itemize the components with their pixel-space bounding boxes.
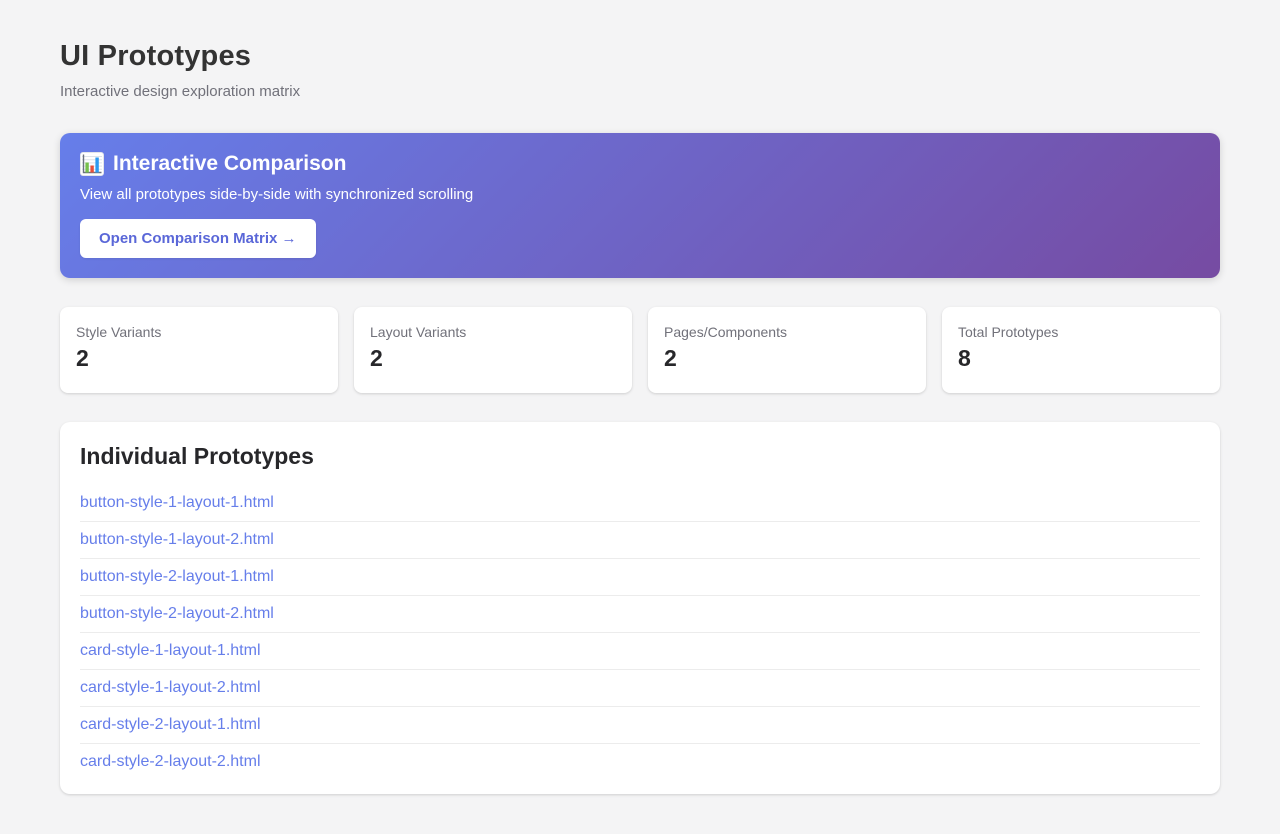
stat-card-style-variants: Style Variants 2 bbox=[60, 307, 338, 393]
stat-value: 2 bbox=[370, 345, 616, 372]
stat-value: 2 bbox=[76, 345, 322, 372]
bar-chart-icon bbox=[80, 152, 104, 176]
list-item: button-style-1-layout-1.html bbox=[80, 485, 1200, 522]
stat-label: Layout Variants bbox=[370, 324, 616, 340]
prototype-link[interactable]: card-style-2-layout-1.html bbox=[80, 716, 261, 733]
list-item: button-style-2-layout-2.html bbox=[80, 596, 1200, 633]
prototype-link[interactable]: button-style-2-layout-1.html bbox=[80, 568, 274, 585]
stat-value: 2 bbox=[664, 345, 910, 372]
prototype-link[interactable]: card-style-1-layout-1.html bbox=[80, 642, 261, 659]
stat-card-total-prototypes: Total Prototypes 8 bbox=[942, 307, 1220, 393]
page-title: UI Prototypes bbox=[60, 40, 1220, 73]
list-item: card-style-2-layout-1.html bbox=[80, 707, 1200, 744]
page-subtitle: Interactive design exploration matrix bbox=[60, 83, 1220, 100]
stat-card-pages-components: Pages/Components 2 bbox=[648, 307, 926, 393]
prototype-link[interactable]: button-style-1-layout-2.html bbox=[80, 531, 274, 548]
banner-title-text: Interactive Comparison bbox=[113, 152, 346, 176]
page-container: UI Prototypes Interactive design explora… bbox=[0, 0, 1280, 834]
interactive-comparison-banner: Interactive Comparison View all prototyp… bbox=[60, 133, 1220, 278]
prototype-link[interactable]: button-style-1-layout-1.html bbox=[80, 494, 274, 511]
stat-label: Total Prototypes bbox=[958, 324, 1204, 340]
stat-card-layout-variants: Layout Variants 2 bbox=[354, 307, 632, 393]
open-comparison-matrix-button[interactable]: Open Comparison Matrix → bbox=[80, 219, 316, 258]
list-item: button-style-2-layout-1.html bbox=[80, 559, 1200, 596]
stats-row: Style Variants 2 Layout Variants 2 Pages… bbox=[60, 307, 1220, 393]
banner-title: Interactive Comparison bbox=[80, 152, 1200, 176]
list-item: button-style-1-layout-2.html bbox=[80, 522, 1200, 559]
list-item: card-style-2-layout-2.html bbox=[80, 744, 1200, 780]
prototype-link[interactable]: card-style-1-layout-2.html bbox=[80, 679, 261, 696]
individual-prototypes-heading: Individual Prototypes bbox=[80, 443, 1200, 470]
list-item: card-style-1-layout-2.html bbox=[80, 670, 1200, 707]
prototype-link[interactable]: card-style-2-layout-2.html bbox=[80, 753, 261, 770]
prototype-list: button-style-1-layout-1.html button-styl… bbox=[80, 485, 1200, 780]
prototype-link[interactable]: button-style-2-layout-2.html bbox=[80, 605, 274, 622]
stat-value: 8 bbox=[958, 345, 1204, 372]
individual-prototypes-card: Individual Prototypes button-style-1-lay… bbox=[60, 422, 1220, 794]
banner-description: View all prototypes side-by-side with sy… bbox=[80, 186, 1200, 204]
list-item: card-style-1-layout-1.html bbox=[80, 633, 1200, 670]
stat-label: Style Variants bbox=[76, 324, 322, 340]
stat-label: Pages/Components bbox=[664, 324, 910, 340]
